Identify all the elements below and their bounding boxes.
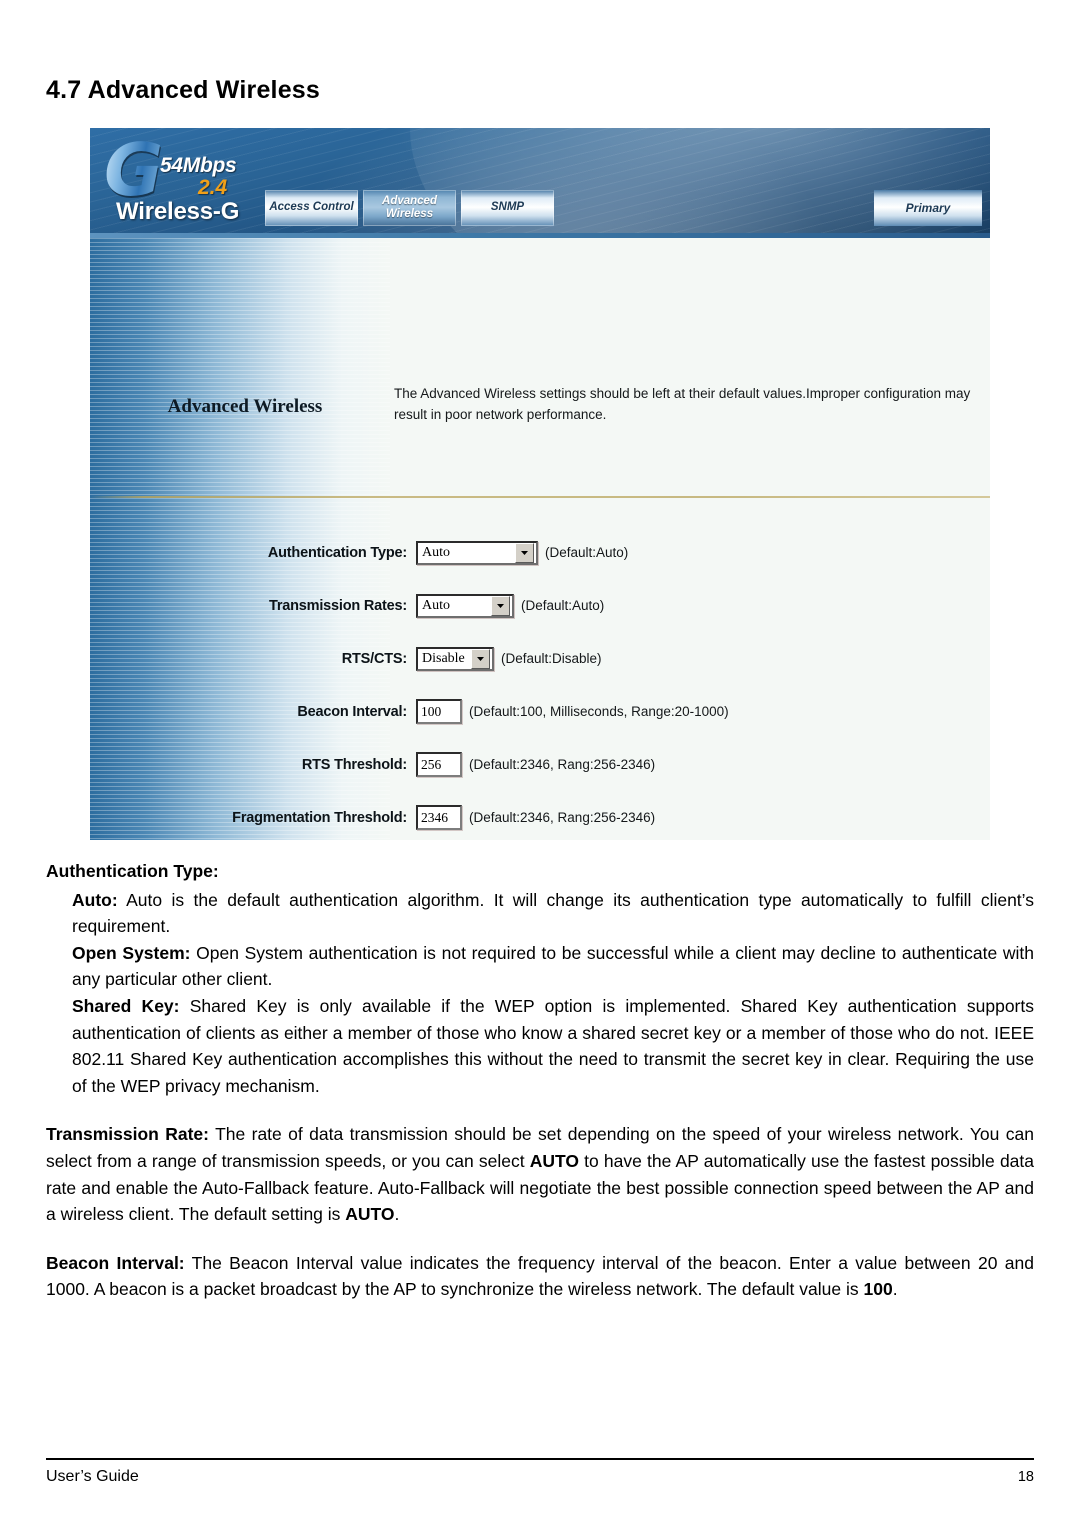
hint-transmission-rates: (Default:Auto) — [521, 598, 605, 613]
chevron-down-icon[interactable] — [491, 595, 510, 616]
label-rts-threshold: RTS Threshold: — [301, 756, 407, 773]
heading-authentication-type: Authentication Type: — [46, 861, 219, 881]
page-title: 4.7 Advanced Wireless — [46, 76, 321, 104]
footer-label: User’s Guide — [46, 1468, 139, 1485]
hint-authentication-type: (Default:Auto) — [545, 545, 629, 560]
text-auto: Auto is the default authentication algor… — [72, 889, 1034, 937]
fragmentation-threshold-input[interactable]: 2346 — [416, 805, 462, 830]
section-divider — [90, 496, 990, 498]
label-beacon-interval: Beacon Interval: — [297, 703, 407, 720]
nav-tabs: Access Control Advanced Wireless SNMP — [265, 190, 554, 226]
authentication-type-select[interactable]: Auto — [416, 540, 538, 565]
logo-g-mark: G — [104, 128, 164, 212]
term-transmission-rate: Transmission Rate: — [46, 1124, 209, 1145]
term-beacon-interval: Beacon Interval: — [46, 1252, 185, 1273]
rts-cts-select[interactable]: Disable — [416, 646, 494, 671]
paragraph-shared-key: Shared Key: Shared Key is only available… — [46, 993, 1034, 1099]
beacon-interval-input[interactable]: 100 — [416, 699, 462, 724]
rts-threshold-input[interactable]: 256 — [416, 752, 462, 777]
term-shared-key: Shared Key: — [72, 995, 180, 1016]
transmission-rates-value: Auto — [422, 597, 450, 613]
text-beacon-interval-2: . — [892, 1279, 898, 1300]
paragraph-open-system: Open System: Open System authentication … — [46, 940, 1034, 993]
text-open-system: Open System authentication is not requir… — [72, 942, 1034, 990]
body-copy: Authentication Type: Auto: Auto is the d… — [46, 858, 1034, 1303]
paragraph-auto: Auto: Auto is the default authentication… — [46, 887, 1034, 940]
document-page: 4.7 Advanced Wireless G 54Mbps 2.4 Wirel… — [0, 0, 1080, 1528]
paragraph-beacon-interval: Beacon Interval: The Beacon Interval val… — [46, 1250, 1034, 1303]
label-fragmentation-threshold: Fragmentation Threshold: — [232, 809, 407, 826]
panel-description: The Advanced Wireless settings should be… — [394, 386, 971, 422]
panel-title: Advanced Wireless — [167, 396, 323, 417]
hint-beacon-interval: (Default:100, Milliseconds, Range:20-100… — [469, 704, 729, 719]
form-row-beacon-interval: Beacon Interval: 100 (Default:100, Milli… — [90, 685, 990, 738]
hint-fragmentation-threshold: (Default:2346, Rang:256-2346) — [469, 810, 656, 825]
logo-speed-label: 54Mbps — [160, 154, 237, 177]
advanced-wireless-form: Authentication Type: Auto (Default:Auto)… — [90, 526, 990, 840]
value-beacon-default: 100 — [863, 1279, 893, 1300]
form-row-rts-cts: RTS/CTS: Disable (Default:Disable) — [90, 632, 990, 685]
hint-rts-threshold: (Default:2346, Rang:256-2346) — [469, 757, 656, 772]
form-row-authentication-type: Authentication Type: Auto (Default:Auto) — [90, 526, 990, 579]
router-content: Advanced Wireless The Advanced Wireless … — [90, 238, 990, 840]
value-auto-1: AUTO — [529, 1150, 580, 1171]
hint-rts-cts: (Default:Disable) — [501, 651, 602, 666]
label-authentication-type: Authentication Type: — [267, 544, 407, 561]
logo-band-label: 2.4 — [198, 176, 228, 199]
tab-snmp[interactable]: SNMP — [461, 190, 554, 226]
chevron-down-icon[interactable] — [515, 542, 534, 563]
page-number: 18 — [1017, 1469, 1034, 1485]
logo-product-label: Wireless-G — [116, 198, 240, 225]
term-auto: Auto: — [72, 889, 118, 910]
label-transmission-rates: Transmission Rates: — [268, 597, 407, 614]
label-rts-cts: RTS/CTS: — [341, 650, 407, 667]
tab-primary[interactable]: Primary — [874, 190, 982, 226]
chevron-down-icon[interactable] — [471, 648, 490, 669]
authentication-type-value: Auto — [422, 544, 450, 560]
page-footer: User’s Guide 18 — [46, 1468, 1034, 1486]
term-open-system: Open System: — [72, 942, 191, 963]
router-admin-screenshot: G 54Mbps 2.4 Wireless-G Access Control A… — [90, 128, 990, 840]
tab-advanced-wireless[interactable]: Advanced Wireless — [363, 190, 456, 226]
text-transmission-rate-3: . — [394, 1204, 400, 1225]
text-shared-key: Shared Key is only available if the WEP … — [72, 995, 1035, 1096]
footer-divider — [46, 1458, 1034, 1460]
rts-cts-value: Disable — [422, 650, 465, 666]
router-banner: G 54Mbps 2.4 Wireless-G Access Control A… — [90, 128, 990, 238]
paragraph-transmission-rate: Transmission Rate: The rate of data tran… — [46, 1121, 1034, 1227]
form-row-transmission-rates: Transmission Rates: Auto (Default:Auto) — [90, 579, 990, 632]
transmission-rates-select[interactable]: Auto — [416, 593, 514, 618]
form-row-rts-threshold: RTS Threshold: 256 (Default:2346, Rang:2… — [90, 738, 990, 791]
value-auto-2: AUTO — [345, 1204, 395, 1225]
tab-access-control[interactable]: Access Control — [265, 190, 358, 226]
form-row-fragmentation-threshold: Fragmentation Threshold: 2346 (Default:2… — [90, 791, 990, 840]
